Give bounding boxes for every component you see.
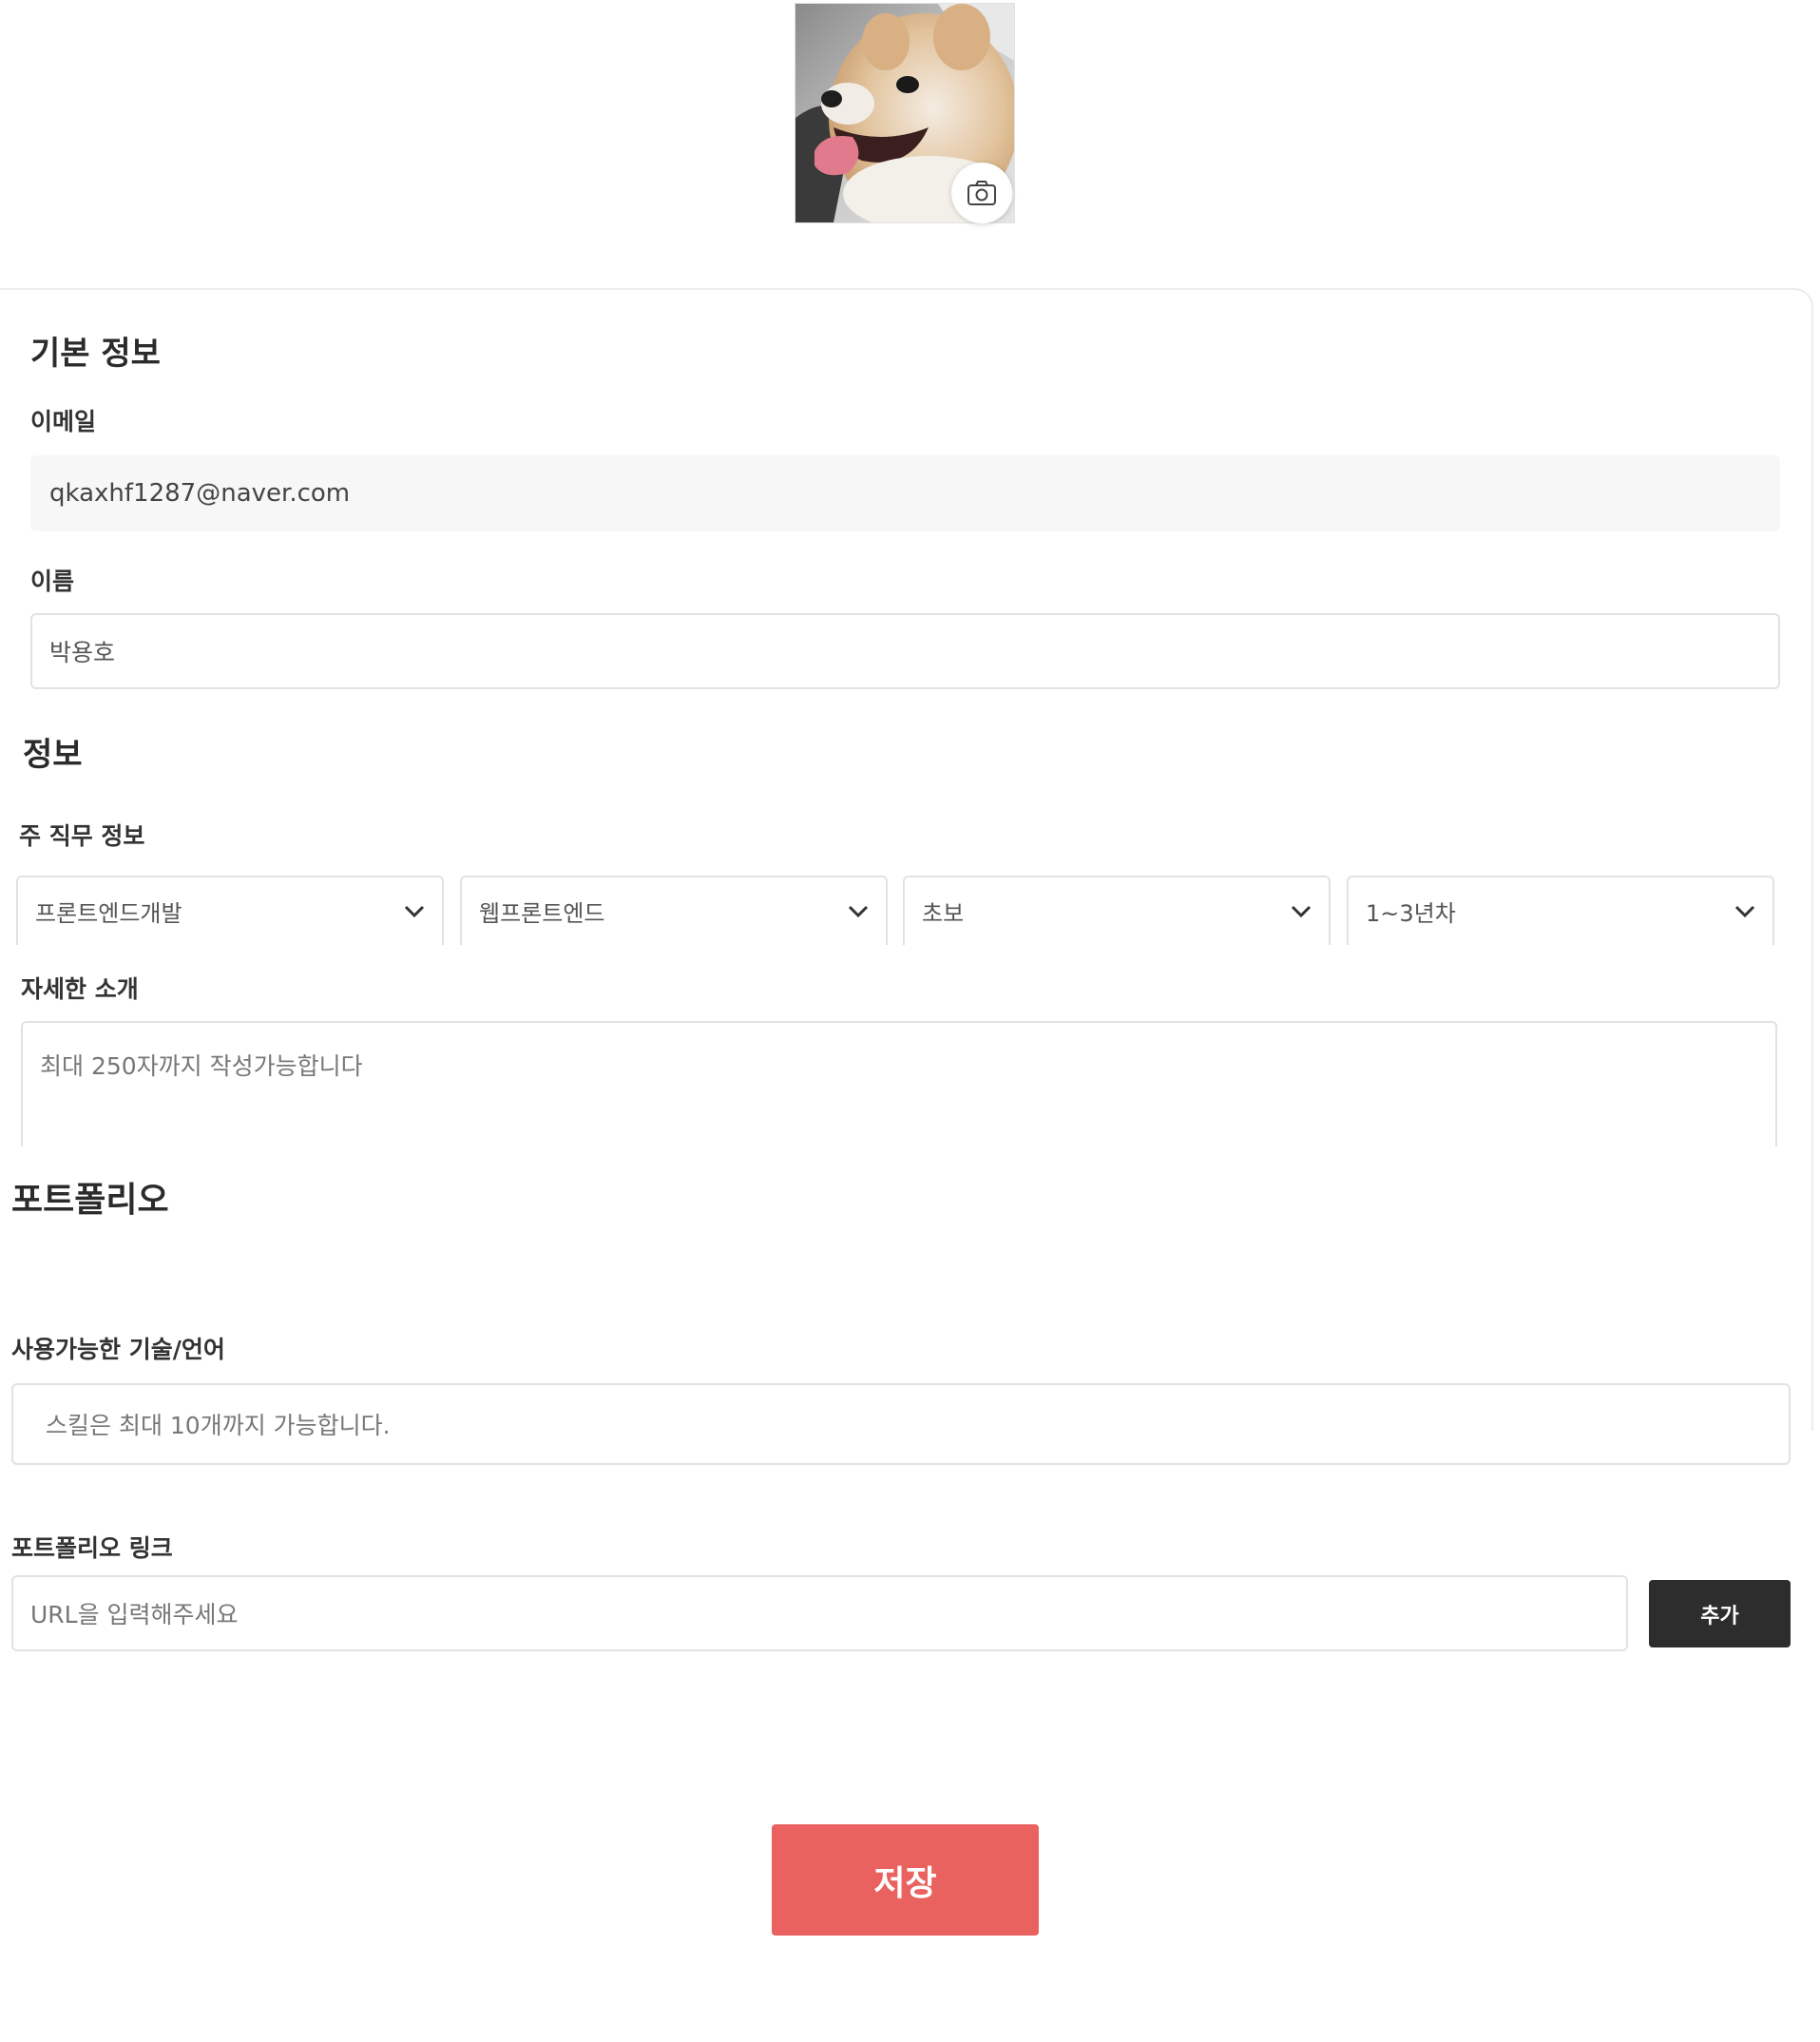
intro-textarea[interactable]: 최대 250자까지 작성가능합니다 <box>21 1021 1777 1146</box>
chevron-down-icon <box>1734 905 1755 917</box>
skills-input[interactable]: 스킬은 최대 10개까지 가능합니다. <box>11 1383 1791 1465</box>
portfolio-title: 포트폴리오 <box>11 1181 169 1220</box>
job-category-select[interactable]: 프론트엔드개발 <box>16 876 444 945</box>
email-field: qkaxhf1287@naver.com <box>30 455 1780 531</box>
experience-value: 1~3년차 <box>1366 900 1456 927</box>
experience-select[interactable]: 1~3년차 <box>1347 876 1774 945</box>
save-button[interactable]: 저장 <box>772 1824 1039 1936</box>
change-photo-button[interactable] <box>951 163 1012 223</box>
portfolio-link-input[interactable]: URL을 입력해주세요 <box>11 1575 1628 1651</box>
skill-level-select[interactable]: 초보 <box>903 876 1331 945</box>
job-info-label: 주 직무 정보 <box>19 822 145 850</box>
email-label: 이메일 <box>30 408 97 435</box>
portfolio-link-placeholder: URL을 입력해주세요 <box>30 1601 239 1628</box>
chevron-down-icon <box>404 905 425 917</box>
name-label: 이름 <box>30 568 75 595</box>
info-title: 정보 <box>23 736 83 774</box>
intro-placeholder: 최대 250자까지 작성가능합니다 <box>40 1052 363 1080</box>
chevron-down-icon <box>1291 905 1312 917</box>
intro-label: 자세한 소개 <box>21 975 139 1003</box>
skills-placeholder: 스킬은 최대 10개까지 가능합니다. <box>46 1412 391 1439</box>
add-link-button[interactable]: 추가 <box>1649 1580 1791 1647</box>
name-input[interactable]: 박용호 <box>30 613 1780 689</box>
camera-icon <box>967 181 996 205</box>
email-value: qkaxhf1287@naver.com <box>49 479 351 508</box>
portfolio-link-label: 포트폴리오 링크 <box>11 1534 173 1562</box>
basic-info-title: 기본 정보 <box>30 335 161 373</box>
job-detail-value: 웹프론트엔드 <box>479 900 605 927</box>
job-detail-select[interactable]: 웹프론트엔드 <box>460 876 888 945</box>
skills-label: 사용가능한 기술/언어 <box>11 1336 225 1363</box>
name-value: 박용호 <box>49 639 116 666</box>
job-category-value: 프론트엔드개발 <box>35 900 182 927</box>
chevron-down-icon <box>848 905 869 917</box>
skill-level-value: 초보 <box>922 900 965 927</box>
